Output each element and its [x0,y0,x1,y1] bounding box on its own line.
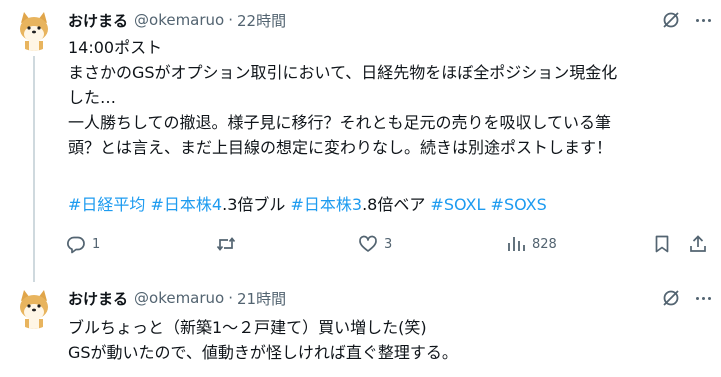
author-name[interactable]: おけまる [68,10,128,31]
timestamp[interactable]: 21時間 [237,288,286,309]
hashtag-link[interactable]: #SOXS [491,195,547,214]
author-handle[interactable]: @okemaruo [134,11,224,29]
bookmark-icon [655,235,669,253]
separator: · [228,11,234,29]
timestamp[interactable]: 22時間 [237,10,286,31]
separator: · [228,289,234,307]
tag-text: .3倍ブル [222,195,291,214]
tweet-line: 14:00ポスト [68,38,163,57]
more-icon[interactable] [693,10,713,30]
share-button[interactable] [688,232,708,256]
like-count: 3 [384,236,393,252]
tag-text: .8倍ベア [362,195,431,214]
tweet-line: 一人勝ちしての撤退。様子見に移行？それとも足元の売りを吸収している筆 [68,113,612,132]
more-icon[interactable] [693,288,713,308]
tweet-header: おけまる @okemaruo · 21時間 [68,286,286,310]
like-button[interactable]: 3 [358,232,392,256]
tweet-header: おけまる @okemaruo · 22時間 [68,8,286,32]
tweet-text: ブルちょっと（新築1～２戸建て）買い増した(笑) GSが動いたので、値動きが怪し… [68,315,708,365]
tweet-line: GSが動いたので、値動きが怪しければ直ぐ整理する。 [68,343,458,362]
share-icon [690,235,706,252]
grok-icon[interactable] [661,10,681,30]
reply-button[interactable]: 1 [66,232,100,256]
avatar[interactable] [13,9,55,51]
action-bar: 1 3 828 [66,232,706,256]
tweet-1[interactable]: おけまる @okemaruo · 22時間 14:00ポスト まさかのGSがオプ… [0,0,721,282]
tweet-line: した… [68,88,117,107]
thread-line [33,56,35,282]
reply-icon [67,236,85,254]
hashtag-line: #日経平均 #日本株4.3倍ブル #日本株3.8倍ベア #SOXL #SOXS [68,192,547,217]
tweet-2[interactable]: おけまる @okemaruo · 21時間 ブルちょっと（新築1～２戸建て）買い… [0,278,721,377]
author-name[interactable]: おけまる [68,288,128,309]
views-button[interactable]: 828 [506,232,557,256]
avatar[interactable] [13,287,55,329]
grok-icon[interactable] [661,288,681,308]
retweet-icon [216,237,236,251]
tweet-line: まさかのGSがオプション取引において、日経先物をほぼ全ポジション現金化 [68,63,618,82]
retweet-button[interactable] [216,232,242,256]
tweet-text: 14:00ポスト まさかのGSがオプション取引において、日経先物をほぼ全ポジショ… [68,35,708,160]
reply-count: 1 [92,236,101,252]
tweet-line: ブルちょっと（新築1～２戸建て）買い増した(笑) [68,318,427,337]
heart-icon [359,235,377,252]
shiba-dog-avatar-icon [13,9,55,51]
views-icon [508,237,525,251]
hashtag-link[interactable]: #日本株3 [290,195,362,214]
shiba-dog-avatar-icon [13,287,55,329]
hashtag-link[interactable]: #日本株4 [151,195,223,214]
tweet-line: 頭？とは言え、まだ上目線の想定に変わりなし。続きは別途ポストします！ [68,138,613,157]
bookmark-button[interactable] [652,232,672,256]
hashtag-link[interactable]: #SOXL [430,195,485,214]
hashtag-link[interactable]: #日経平均 [68,195,145,214]
view-count: 828 [532,236,557,252]
author-handle[interactable]: @okemaruo [134,289,224,307]
